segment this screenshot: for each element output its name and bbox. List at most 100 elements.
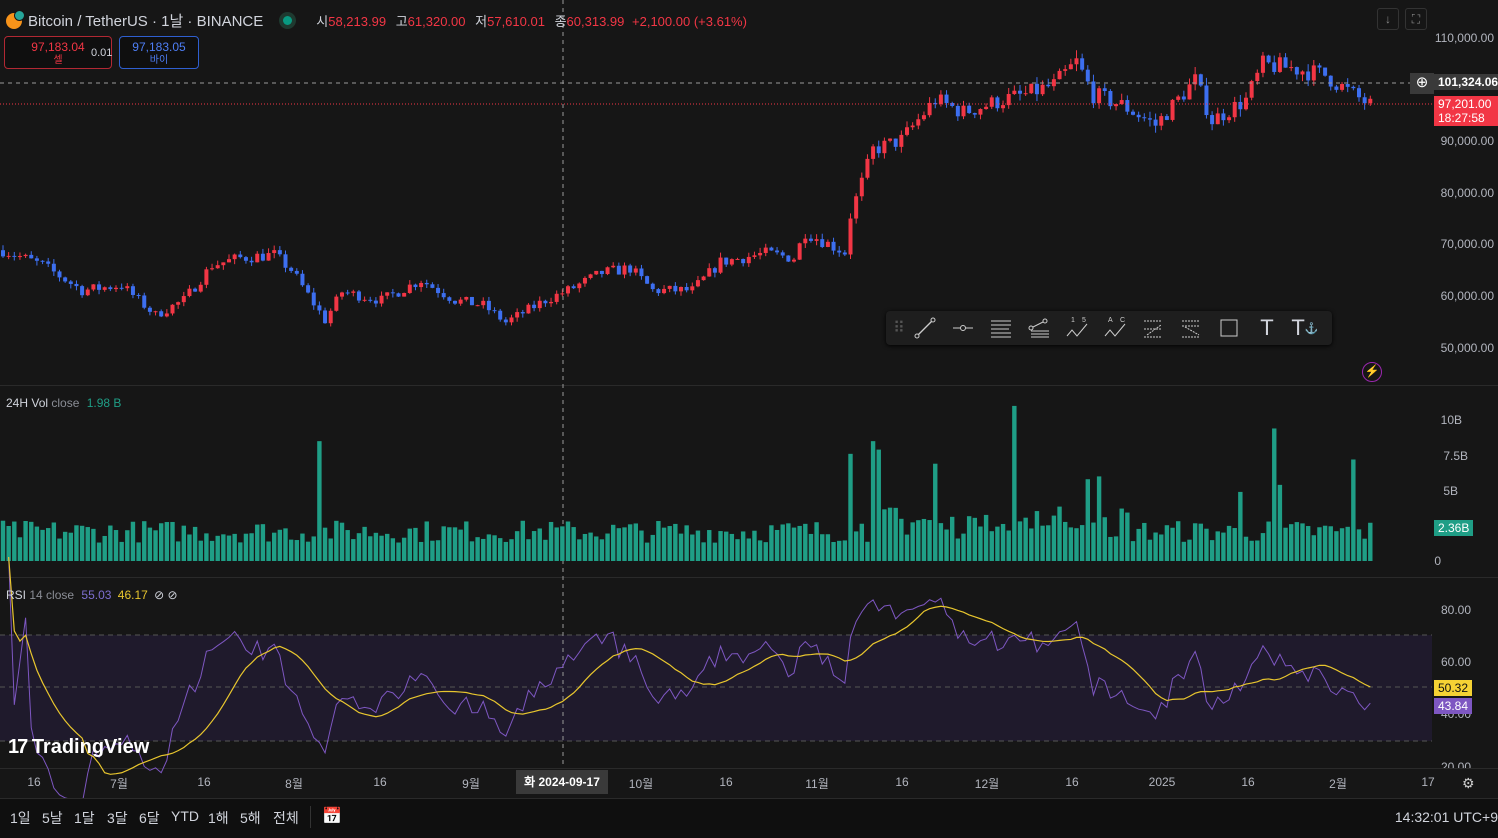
drag-handle-icon[interactable]: ⠿ (892, 313, 906, 343)
volume-bar (656, 521, 661, 561)
volume-bar (1362, 538, 1367, 561)
volume-bar (328, 538, 333, 561)
volume-bar (441, 526, 446, 561)
rsi-legend[interactable]: RSI 14 close 55.03 46.17 ⊘ ⊘ (6, 588, 178, 602)
elliott-wave-icon[interactable]: 15 (1058, 313, 1096, 343)
buy-button[interactable]: 97,183.05 바이 (119, 36, 199, 69)
anchored-text-icon[interactable]: T ⚓ (1286, 313, 1324, 343)
candle-body (328, 310, 333, 324)
svg-text:5: 5 (1082, 317, 1086, 324)
short-position-icon[interactable] (1172, 313, 1210, 343)
candle-body (340, 292, 344, 297)
abc-pattern-icon[interactable]: AC (1096, 313, 1134, 343)
volume-bar (995, 526, 1000, 561)
volume-bar (266, 541, 271, 561)
candle-body (1362, 97, 1367, 104)
candle-body (1238, 101, 1243, 110)
trend-line-icon[interactable] (906, 313, 944, 343)
svg-text:A: A (1108, 317, 1113, 324)
candle-body (594, 270, 599, 275)
volume-bar (345, 530, 350, 561)
add-alert-plus-icon[interactable]: ⊕ (1410, 73, 1434, 94)
volume-bar (627, 524, 633, 561)
volume-bar (644, 542, 650, 561)
volume-bar (537, 528, 542, 561)
candle-body (198, 284, 203, 292)
volume-bar (430, 540, 435, 561)
volume-bar (136, 542, 141, 561)
candle-body (921, 115, 926, 120)
settings-gear-icon[interactable]: ⚙ (1462, 775, 1475, 792)
volume-legend[interactable]: 24H Vol close 1.98 B (6, 396, 121, 410)
volume-bar (62, 531, 68, 561)
volume-bar (1368, 522, 1373, 561)
candle-body (718, 257, 723, 273)
range-button-0[interactable]: 1일 (10, 808, 31, 828)
volume-bar (690, 534, 695, 561)
volume-bar (633, 523, 638, 561)
volume-bar (588, 532, 593, 561)
chart-canvas[interactable] (0, 0, 1498, 838)
range-button-4[interactable]: 6달 (139, 808, 160, 828)
volume-bar (85, 527, 90, 561)
volume-bar (51, 522, 57, 561)
pitchfork-icon[interactable] (1020, 313, 1058, 343)
volume-bar (1108, 536, 1113, 561)
candle-body (469, 296, 474, 306)
countdown: 18:27:58 (1438, 111, 1485, 125)
volume-bar (447, 527, 452, 561)
candle-body (775, 250, 780, 253)
volume-bar (718, 531, 723, 561)
volume-bar (23, 520, 28, 561)
range-button-2[interactable]: 1달 (74, 808, 95, 828)
lightning-alert-icon[interactable]: ⚡ (1362, 362, 1382, 382)
range-button-5[interactable]: YTD (171, 808, 199, 824)
volume-bar (475, 537, 480, 561)
volume-bar (673, 523, 678, 561)
range-button-6[interactable]: 1해 (208, 808, 229, 828)
horizontal-ray-icon[interactable] (944, 313, 982, 343)
candle-body (701, 276, 706, 281)
volume-bar (277, 529, 283, 561)
volume-tick: 5B (1443, 484, 1458, 498)
volume-bar (927, 520, 932, 561)
candle-body (560, 293, 565, 295)
candle-body (17, 256, 22, 258)
candle-body (1068, 64, 1073, 70)
symbol-title[interactable]: Bitcoin / TetherUS · 1날 · BINANCE (28, 10, 263, 31)
go-to-date-icon[interactable]: 📅 (322, 806, 342, 826)
volume-bar (164, 522, 170, 561)
volume-bar (187, 534, 192, 561)
volume-bar (379, 535, 384, 561)
price-tick: 50,000.00 (1440, 341, 1494, 355)
market-status-icon[interactable] (283, 16, 293, 25)
volume-bar (1142, 522, 1147, 561)
volume-bar (113, 530, 119, 561)
candle-body (1221, 113, 1226, 121)
volume-bar (1294, 522, 1300, 561)
candle-body (40, 260, 45, 262)
price-tick: 110,000.00 (1434, 31, 1494, 45)
candle-body (170, 304, 175, 314)
range-button-8[interactable]: 전체 (273, 808, 299, 828)
volume-bar (6, 525, 11, 561)
candle-body (204, 269, 209, 285)
range-button-3[interactable]: 3달 (107, 808, 128, 828)
rectangle-icon[interactable] (1210, 313, 1248, 343)
candle-body (978, 109, 983, 115)
candle-body (1210, 115, 1215, 125)
candle-body (679, 287, 683, 292)
fullscreen-icon[interactable]: ⛶ (1405, 8, 1427, 30)
volume-bar (622, 527, 627, 561)
scroll-down-icon[interactable]: ↓ (1377, 8, 1399, 30)
range-button-7[interactable]: 5해 (240, 808, 261, 828)
parallel-channel-icon[interactable] (982, 313, 1020, 343)
clock[interactable]: 14:32:01 UTC+9 (1395, 809, 1498, 825)
candle-body (871, 146, 876, 159)
long-position-icon[interactable] (1134, 313, 1172, 343)
candle-body (215, 265, 220, 269)
range-button-1[interactable]: 5날 (42, 808, 63, 828)
volume-bar (972, 517, 977, 561)
text-icon[interactable]: T (1248, 313, 1286, 343)
volume-bar (1215, 531, 1220, 561)
